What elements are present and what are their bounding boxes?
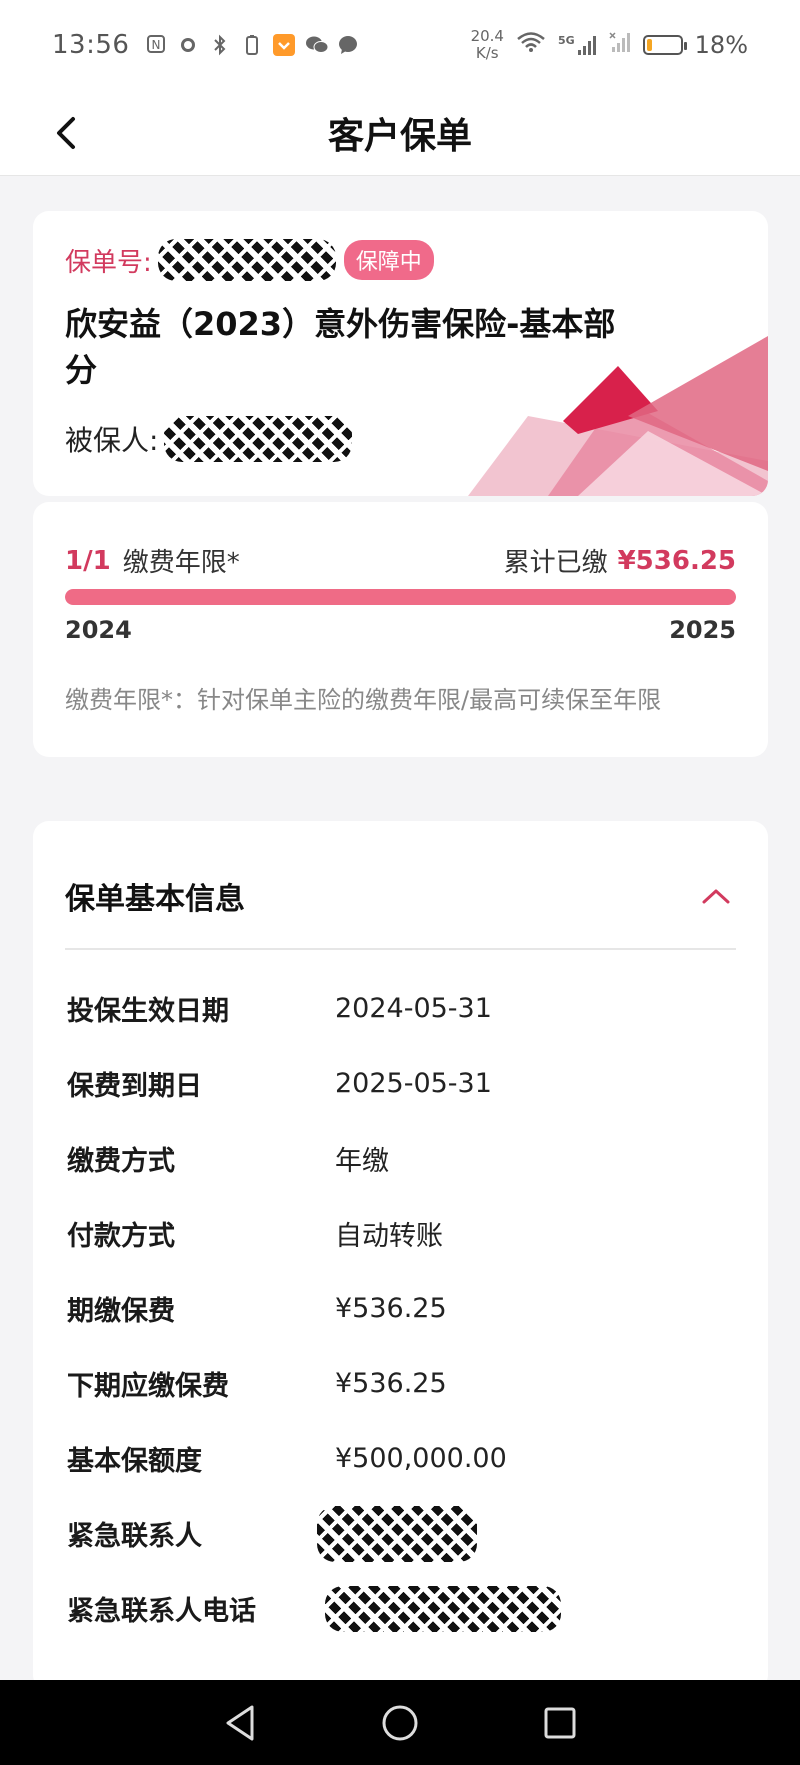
status-badge: 保障中 xyxy=(343,240,434,280)
net-speed-unit: K/s xyxy=(475,44,499,62)
payment-note: 缴费年限*：针对保单主险的缴费年限/最高可续保至年限 xyxy=(65,686,662,714)
signal-weak-icon xyxy=(609,31,631,59)
net-speed-value: 20.4 xyxy=(470,27,504,45)
chevron-up-icon xyxy=(702,889,730,904)
info-label: 紧急联系人 xyxy=(67,1521,202,1552)
payment-summary-row: 1/1 缴费年限* 累计已缴 ¥536.25 xyxy=(65,542,736,579)
network-label: 5G xyxy=(557,34,575,47)
start-year: 2024 xyxy=(65,616,132,644)
wifi-icon xyxy=(516,31,546,59)
payment-card: 1/1 缴费年限* 累计已缴 ¥536.25 2024 2025 缴费年限*：针… xyxy=(33,502,768,757)
info-row-periodic-premium: 期缴保费 ¥536.25 xyxy=(67,1271,736,1346)
payment-total-label: 累计已缴 xyxy=(503,548,608,578)
header: 客户保单 xyxy=(0,90,800,176)
info-value: 自动转账 xyxy=(335,1221,443,1252)
emergency-contact-redacted xyxy=(317,1505,477,1562)
info-label: 紧急联系人电话 xyxy=(67,1596,256,1627)
nfc-icon: N xyxy=(145,34,167,56)
policy-card[interactable]: 保单号: 保障中 欣安益（2023）意外伤害保险-基本部分 被保人: xyxy=(33,211,768,496)
basic-info-list: 投保生效日期 2024-05-31 保费到期日 2025-05-31 缴费方式 … xyxy=(67,971,736,1646)
circle-home-icon xyxy=(382,1705,418,1740)
back-button[interactable] xyxy=(44,108,88,158)
info-value: 年缴 xyxy=(335,1146,389,1177)
bluetooth-icon xyxy=(209,34,231,56)
info-label: 缴费方式 xyxy=(67,1146,175,1177)
battery-saver-icon xyxy=(241,34,263,56)
battery-percent: 18% xyxy=(694,31,748,59)
insured-name-redacted xyxy=(164,416,353,462)
insured-label: 被保人: xyxy=(65,424,159,457)
svg-text:N: N xyxy=(152,38,161,52)
basic-info-card: 保单基本信息 投保生效日期 2024-05-31 保费到期日 2025-05-3… xyxy=(33,821,768,1691)
app-notification-icon xyxy=(273,34,296,56)
battery-icon xyxy=(642,35,687,55)
status-time: 13:56 xyxy=(52,30,130,60)
signal-5g-icon: 5G xyxy=(558,34,597,56)
payment-total: 累计已缴 ¥536.25 xyxy=(504,542,736,579)
payment-progress-bar xyxy=(65,589,736,605)
net-speed: 20.4 K/s xyxy=(471,28,504,62)
info-value: 2024-05-31 xyxy=(335,993,492,1024)
status-bar: 13:56 N 20.4 K/s 5G 18% xyxy=(0,0,800,90)
info-row-payment-frequency: 缴费方式 年缴 xyxy=(67,1121,736,1196)
emergency-phone-redacted xyxy=(325,1585,561,1632)
info-label: 期缴保费 xyxy=(67,1296,175,1327)
triangle-back-icon xyxy=(226,1705,254,1740)
wechat-icon xyxy=(305,34,329,56)
nav-back-button[interactable] xyxy=(215,1698,265,1748)
year-range: 2024 2025 xyxy=(65,616,736,644)
info-value: ¥500,000.00 xyxy=(335,1443,507,1474)
info-row-effective-date: 投保生效日期 2024-05-31 xyxy=(67,971,736,1046)
policy-number-label: 保单号: xyxy=(65,247,152,278)
info-row-expiry-date: 保费到期日 2025-05-31 xyxy=(67,1046,736,1121)
alarm-icon xyxy=(177,34,199,56)
insured-row: 被保人: xyxy=(65,416,353,462)
system-nav-bar xyxy=(0,1680,800,1765)
divider xyxy=(65,948,736,950)
nav-home-button[interactable] xyxy=(375,1698,425,1748)
message-icon xyxy=(337,34,359,56)
info-row-emergency-contact: 紧急联系人 xyxy=(67,1496,736,1571)
end-year: 2025 xyxy=(669,616,736,644)
chevron-left-icon xyxy=(57,117,75,149)
page-title: 客户保单 xyxy=(327,115,472,157)
info-label: 下期应缴保费 xyxy=(67,1371,229,1402)
policy-number-redacted xyxy=(157,239,336,281)
nav-recent-button[interactable] xyxy=(535,1698,585,1748)
policy-number-row: 保单号: 保障中 xyxy=(65,239,434,281)
square-recent-icon xyxy=(544,1707,576,1738)
payment-period-label: 缴费年限* xyxy=(122,548,240,578)
info-row-payment-method: 付款方式 自动转账 xyxy=(67,1196,736,1271)
info-row-next-premium: 下期应缴保费 ¥536.25 xyxy=(67,1346,736,1421)
product-name: 欣安益（2023）意外伤害保险-基本部分 xyxy=(65,305,616,389)
basic-info-title: 保单基本信息 xyxy=(65,882,245,917)
battery-fill xyxy=(646,39,653,51)
info-label: 付款方式 xyxy=(67,1221,175,1252)
info-value: ¥536.25 xyxy=(335,1293,447,1324)
status-left: 13:56 N xyxy=(52,30,359,60)
info-label: 投保生效日期 xyxy=(67,996,229,1027)
payment-count: 1/1 xyxy=(65,545,111,576)
collapse-button[interactable] xyxy=(696,876,736,916)
payment-progress-fill xyxy=(65,589,736,605)
info-value: 2025-05-31 xyxy=(335,1068,492,1099)
info-row-emergency-phone: 紧急联系人电话 xyxy=(67,1571,736,1646)
info-label: 基本保额度 xyxy=(67,1446,202,1477)
info-row-sum-insured: 基本保额度 ¥500,000.00 xyxy=(67,1421,736,1496)
info-label: 保费到期日 xyxy=(67,1071,202,1102)
status-right: 20.4 K/s 5G 18% xyxy=(471,28,748,62)
basic-info-header[interactable]: 保单基本信息 xyxy=(65,861,736,931)
info-value: ¥536.25 xyxy=(335,1368,447,1399)
payment-total-amount: ¥536.25 xyxy=(617,545,736,576)
